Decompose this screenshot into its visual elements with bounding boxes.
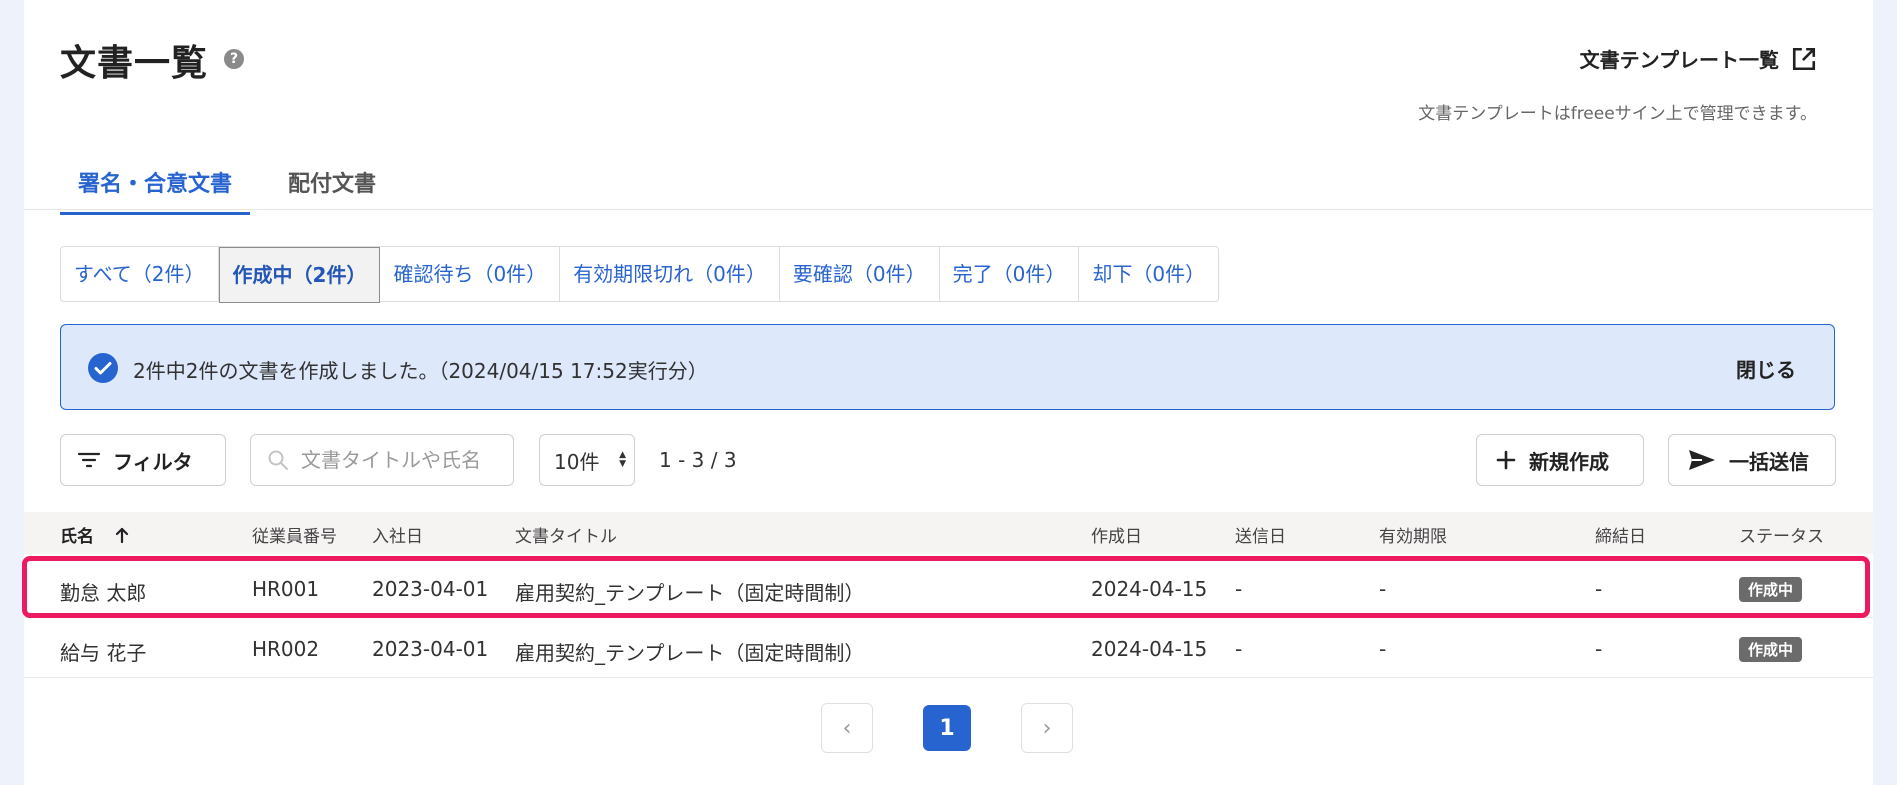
tab-distribution-documents[interactable]: 配付文書 (270, 166, 394, 215)
page-title: 文書一覧 (60, 43, 209, 84)
bulk-send-button[interactable]: 一括送信 (1668, 434, 1836, 486)
template-list-label: 文書テンプレート一覧 (1579, 48, 1779, 72)
filter-awaiting-confirmation[interactable]: 確認待ち（0件） (380, 247, 561, 301)
filter-icon (77, 452, 101, 468)
header-doc-title[interactable]: 文書タイトル (515, 522, 617, 547)
cell-concluded: - (1595, 637, 1603, 661)
success-alert: 2件中2件の文書を作成しました。（2024/04/15 17:52実行分） 閉じ… (60, 324, 1835, 410)
filter-completed[interactable]: 完了（0件） (940, 247, 1080, 301)
header-employee-no[interactable]: 従業員番号 (252, 522, 337, 547)
alert-close-button[interactable]: 閉じる (1736, 354, 1796, 383)
check-circle-icon (88, 353, 118, 383)
cell-employee-no: HR002 (252, 637, 320, 661)
filter-needs-review[interactable]: 要確認（0件） (780, 247, 940, 301)
tab-signature-documents[interactable]: 署名・合意文書 (60, 166, 251, 215)
filter-all[interactable]: すべて（2件） (61, 247, 219, 301)
alert-message: 2件中2件の文書を作成しました。（2024/04/15 17:52実行分） (133, 359, 708, 383)
table-row[interactable]: 勤怠 太郎 HR001 2023-04-01 雇用契約_テンプレート（固定時間制… (24, 559, 1873, 618)
header-concluded[interactable]: 締結日 (1595, 522, 1646, 547)
cell-employee-no: HR001 (252, 577, 320, 601)
status-filter-group: すべて（2件） 作成中（2件） 確認待ち（0件） 有効期限切れ（0件） 要確認（… (60, 246, 1220, 303)
document-tabs: 署名・合意文書 配付文書 (60, 166, 414, 215)
cell-created: 2024-04-15 (1091, 577, 1208, 601)
pagination-next-button[interactable]: › (1021, 703, 1073, 753)
filter-rejected[interactable]: 却下（0件） (1079, 247, 1218, 301)
cell-expiry: - (1379, 577, 1387, 601)
status-badge: 作成中 (1739, 577, 1803, 602)
cell-join-date: 2023-04-01 (372, 637, 489, 661)
tabs-divider (24, 209, 1873, 210)
cell-sent: - (1235, 637, 1243, 661)
pagination-prev-button[interactable]: ‹ (821, 703, 873, 753)
help-icon[interactable]: ? (224, 49, 244, 69)
main-panel: 文書一覧 ? 文書テンプレート一覧 文書テンプレートはfreeeサイン上で管理で… (24, 0, 1873, 785)
filter-expired[interactable]: 有効期限切れ（0件） (560, 247, 780, 301)
search-box[interactable] (250, 434, 514, 486)
cell-doc-title: 雇用契約_テンプレート（固定時間制） (515, 641, 865, 665)
cell-doc-title: 雇用契約_テンプレート（固定時間制） (515, 581, 865, 605)
header-created[interactable]: 作成日 (1091, 522, 1142, 547)
cell-expiry: - (1379, 637, 1387, 661)
pagination-page-1[interactable]: 1 (923, 705, 971, 751)
select-arrows-icon: ▲ ▼ (619, 450, 626, 469)
page-size-value: 10件 (554, 449, 600, 474)
header-name[interactable]: 氏名 (60, 522, 130, 547)
new-document-button[interactable]: 新規作成 (1476, 434, 1644, 486)
header-name-label: 氏名 (60, 527, 94, 547)
template-note: 文書テンプレートはfreeeサイン上で管理できます。 (1418, 104, 1817, 124)
table-header: 氏名 従業員番号 入社日 文書タイトル 作成日 送信日 有効期限 締結日 ステー… (24, 512, 1873, 554)
header-expiry[interactable]: 有効期限 (1379, 522, 1447, 547)
filter-button-label: フィルタ (113, 449, 193, 474)
header-status[interactable]: ステータス (1739, 522, 1824, 547)
template-list-link[interactable]: 文書テンプレート一覧 (1580, 44, 1817, 73)
header-join-date[interactable]: 入社日 (372, 522, 423, 547)
filter-in-progress[interactable]: 作成中（2件） (218, 247, 381, 303)
page-size-select[interactable]: 10件 ▲ ▼ (539, 434, 635, 486)
table-row[interactable]: 給与 花子 HR002 2023-04-01 雇用契約_テンプレート（固定時間制… (24, 619, 1873, 678)
cell-concluded: - (1595, 577, 1603, 601)
external-link-icon (1792, 47, 1816, 70)
search-input[interactable] (299, 447, 503, 473)
new-document-label: 新規作成 (1529, 449, 1609, 474)
bulk-send-label: 一括送信 (1729, 449, 1809, 474)
search-icon (268, 450, 288, 470)
cell-created: 2024-04-15 (1091, 637, 1208, 661)
sort-ascending-icon (115, 527, 129, 544)
cell-name: 勤怠 太郎 (60, 581, 147, 605)
cell-name: 給与 花子 (60, 641, 147, 665)
cell-sent: - (1235, 577, 1243, 601)
filter-button[interactable]: フィルタ (60, 434, 226, 486)
plus-icon (1496, 450, 1516, 470)
header-sent[interactable]: 送信日 (1235, 522, 1286, 547)
status-badge: 作成中 (1739, 637, 1803, 662)
send-icon (1689, 450, 1715, 470)
cell-join-date: 2023-04-01 (372, 577, 489, 601)
result-range: 1 - 3 / 3 (659, 448, 737, 472)
table-toolbar: フィルタ 10件 ▲▼ 1 - 3 / 3 新規作成 一括送信 (60, 434, 1836, 488)
